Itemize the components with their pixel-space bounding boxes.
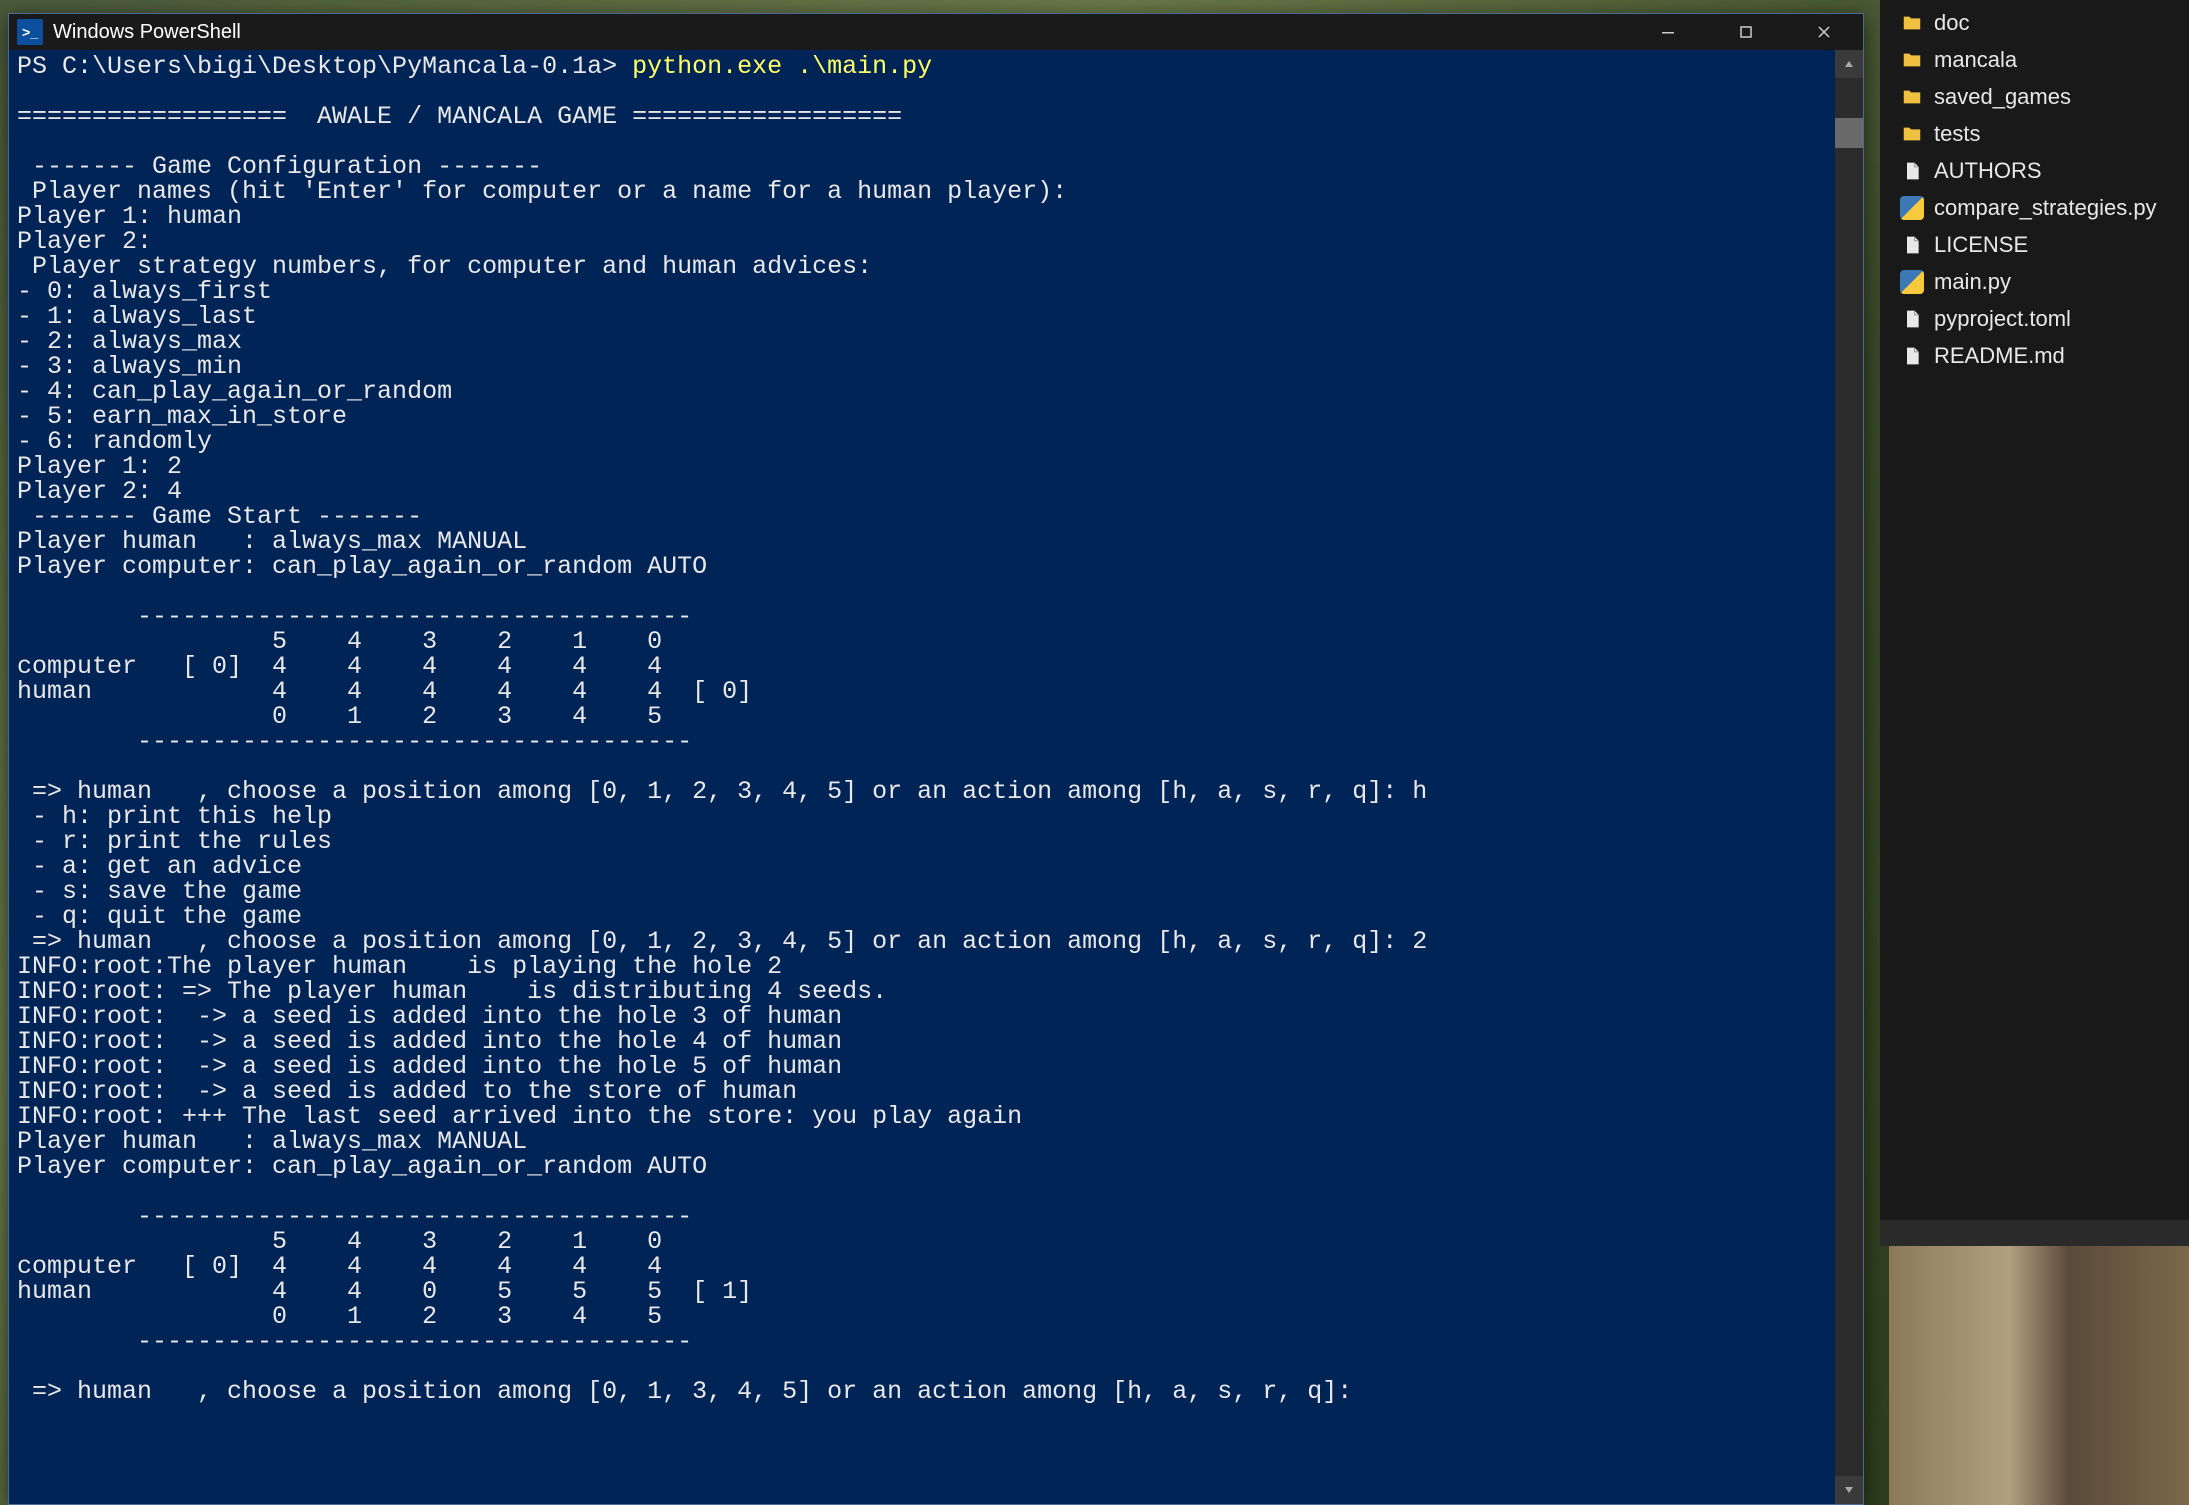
file-row-license[interactable]: LICENSE xyxy=(1880,226,2189,263)
file-icon xyxy=(1900,307,1924,331)
file-label: README.md xyxy=(1934,343,2065,369)
folder-icon xyxy=(1900,122,1924,146)
window-controls xyxy=(1629,14,1863,50)
prompt-path: PS C:\Users\bigi\Desktop\PyMancala-0.1a> xyxy=(17,52,632,81)
file-row-doc[interactable]: doc xyxy=(1880,4,2189,41)
folder-icon xyxy=(1900,11,1924,35)
file-row-main-py[interactable]: main.py xyxy=(1880,263,2189,300)
file-row-compare_strategies-py[interactable]: compare_strategies.py xyxy=(1880,189,2189,226)
file-label: compare_strategies.py xyxy=(1934,195,2157,221)
file-label: saved_games xyxy=(1934,84,2071,110)
file-label: AUTHORS xyxy=(1934,158,2042,184)
folder-icon xyxy=(1900,85,1924,109)
file-label: doc xyxy=(1934,10,1969,36)
folder-icon xyxy=(1900,48,1924,72)
file-icon xyxy=(1900,159,1924,183)
file-label: LICENSE xyxy=(1934,232,2028,258)
python-file-icon xyxy=(1900,196,1924,220)
titlebar[interactable]: >_ Windows PowerShell xyxy=(9,14,1863,50)
minimize-button[interactable] xyxy=(1629,14,1707,50)
file-row-pyproject-toml[interactable]: pyproject.toml xyxy=(1880,300,2189,337)
file-label: main.py xyxy=(1934,269,2011,295)
file-row-mancala[interactable]: mancala xyxy=(1880,41,2189,78)
file-explorer-panel: doc mancala saved_gamestests AUTHORS compare… xyxy=(1880,0,2189,1220)
file-row-tests[interactable]: tests xyxy=(1880,115,2189,152)
vertical-scrollbar[interactable] xyxy=(1835,50,1863,1504)
powershell-window: >_ Windows PowerShell PS C:\Users\bigi\D… xyxy=(8,13,1864,1505)
explorer-divider xyxy=(1880,1220,2189,1246)
scroll-down-button[interactable] xyxy=(1835,1476,1863,1504)
file-row-readme-md[interactable]: README.md xyxy=(1880,337,2189,374)
close-button[interactable] xyxy=(1785,14,1863,50)
prompt-command: python.exe .\main.py xyxy=(632,52,932,81)
file-label: tests xyxy=(1934,121,1980,147)
terminal-lines: ================== AWALE / MANCALA GAME … xyxy=(17,102,1427,1406)
scrollbar-thumb[interactable] xyxy=(1835,118,1863,148)
terminal-output: PS C:\Users\bigi\Desktop\PyMancala-0.1a>… xyxy=(17,54,1855,1404)
file-label: mancala xyxy=(1934,47,2017,73)
scrollbar-track[interactable] xyxy=(1835,78,1863,1476)
file-icon xyxy=(1900,233,1924,257)
window-title: Windows PowerShell xyxy=(53,21,1629,44)
file-label: pyproject.toml xyxy=(1934,306,2071,332)
python-file-icon xyxy=(1900,270,1924,294)
file-row-authors[interactable]: AUTHORS xyxy=(1880,152,2189,189)
terminal-body[interactable]: PS C:\Users\bigi\Desktop\PyMancala-0.1a>… xyxy=(9,50,1863,1504)
powershell-icon-glyph: >_ xyxy=(22,24,38,40)
file-icon xyxy=(1900,344,1924,368)
powershell-icon: >_ xyxy=(17,19,43,45)
file-row-saved_games[interactable]: saved_games xyxy=(1880,78,2189,115)
maximize-button[interactable] xyxy=(1707,14,1785,50)
scroll-up-button[interactable] xyxy=(1835,50,1863,78)
